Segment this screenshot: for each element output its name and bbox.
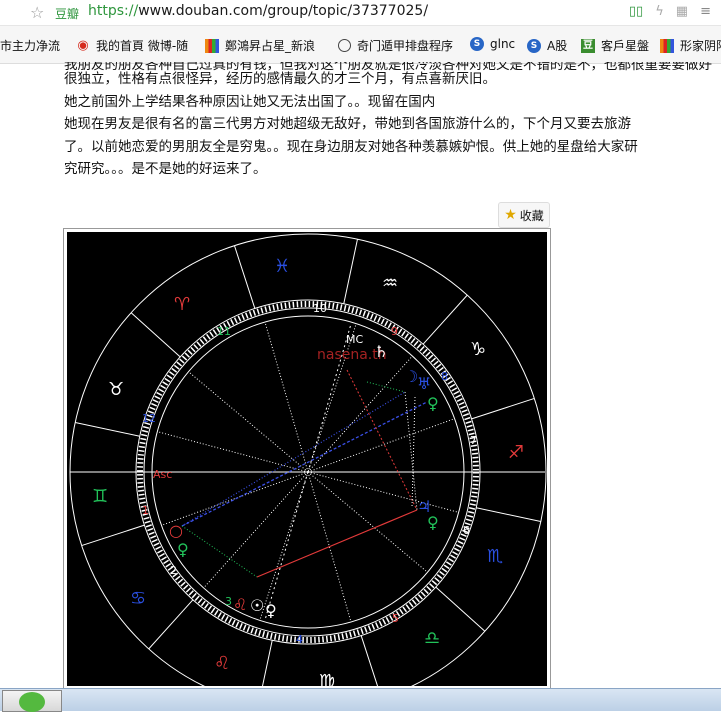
house-cusp-line [307,471,459,513]
libra-icon: ♎ [424,628,440,649]
post-line: 她现在男友是很有名的富三代男方对她超级无敌好，带她到各国旅游什么的，下个月又要去… [64,116,631,132]
house-cusp-line [307,418,455,473]
house-number: 5 [392,612,399,625]
house-number: 6 [463,524,470,537]
zodiac-divider [435,586,486,632]
zodiac-divider [75,422,140,437]
house-number: 9 [391,325,398,338]
house-cusp-line [307,471,428,573]
capricorn-icon: ♑ [470,339,486,360]
menu-icon[interactable]: ≡ [700,4,711,19]
colorful-icon [205,38,219,53]
weibo-icon: ◉ [77,37,89,53]
leo-planet-icon: ♌ [233,595,247,614]
zodiac-divider [262,640,273,686]
address-bar: ☆ 豆瓣 https://www.douban.com/group/topic/… [0,0,721,26]
zodiac-divider [148,599,194,650]
house-number: 3 [225,595,232,608]
cancer-icon: ♋ [130,588,146,609]
house-number: 12 [142,412,156,425]
house-number: 8 [441,370,448,383]
bookmark-1[interactable]: ◉ 我的首頁 微博-随 [76,37,188,54]
house-number: 1 [142,504,149,517]
green-square-icon: 豆 [581,38,595,53]
post-line: 究研究。。。是不是她的好运来了。 [64,161,267,177]
taskbar [0,688,721,712]
post-line: 她之前国外上学结果各种原因让她又无法出国了。。现留在国内 [64,93,436,110]
natal-chart-svg: nasena.th ♓ ♒ ♑ ♐ ♏ ♎ ♍ ♌ ♋ ♊ ♉ ♈ 1 2 3 … [69,233,547,686]
natal-chart-image: nasena.th ♓ ♒ ♑ ♐ ♏ ♎ ♍ ♌ ♋ ♊ ♉ ♈ 1 2 3 … [63,228,551,690]
taurus-icon: ♉ [108,379,124,400]
house-cusp-line [161,471,309,526]
site-label: 豆瓣 [55,7,80,21]
blue-circle-icon: S [527,38,541,53]
address-bar-icons: ▯▯ ϟ ▦ ≡ [629,4,711,19]
flash-icon[interactable]: ϟ [655,4,664,19]
asc-label: Asc [153,468,172,481]
scorpio-icon: ♏ [487,546,503,567]
post-line: 了。以前她恋爱的男朋友全是穷鬼。。现在身边朋友对她各种羡慕嫉妒恨。供上她的星盘给… [64,138,638,155]
virgo-icon: ♍ [319,671,335,686]
url-field[interactable]: https://www.douban.com/group/topic/37377… [88,3,428,19]
zodiac-divider [360,635,379,686]
house-number: 10 [313,302,327,315]
bookmark-7[interactable]: 形家阴阳 [660,37,721,54]
aquarius-icon: ♒ [382,273,398,294]
leo-icon: ♌ [214,653,230,674]
wechat-icon [19,692,45,712]
venus-green-icon: ♀ [427,513,439,532]
house-cusp-line [203,471,309,589]
aries-icon: ♈ [174,294,190,315]
bookmark-5[interactable]: S A股 [527,37,567,54]
mars-icon: ○ [169,521,183,540]
house-number: 2 [170,564,177,577]
sun-icon: ☉ [250,596,264,615]
zodiac-divider [343,239,358,304]
house-number: 7 [470,434,477,447]
zodiac-divider [81,524,145,547]
zodiac-divider [233,245,256,309]
house-cusp-line [188,371,309,473]
bookmark-0[interactable]: 市主力净流 [0,37,60,54]
house-cusp-line [264,321,309,473]
pisces-icon: ♓ [274,256,290,277]
mc-label: MC [346,333,363,346]
house-number: 11 [217,325,231,338]
qr-code-icon[interactable]: ▦ [676,4,688,19]
uranus-icon: ♅ [417,374,431,393]
bookmark-6[interactable]: 豆客戶星盤 [581,37,649,54]
gemini-icon: ♊ [92,486,108,507]
venus-icon: ♀ [177,540,189,559]
post-body: 很独立，性格有点很怪异，经历的感情最久的才三个月，有点喜新厌旧。 她之前国外上学… [64,68,684,181]
zodiac-divider [476,507,541,522]
post-line: 很独立，性格有点很怪异，经历的感情最久的才三个月，有点喜新厌旧。 [64,71,496,87]
house-cusp-line [259,471,309,621]
sagittarius-icon: ♐ [508,442,524,463]
blue-circle-icon: S [470,37,484,51]
saturn-icon: ♄ [374,342,388,361]
venus-white-icon: ♀ [265,601,277,620]
bookmark-3[interactable]: 奇门遁甲排盘程序 [338,37,453,54]
collect-button[interactable]: ★ 收藏 [498,202,550,228]
reader-icon[interactable]: ▯▯ [629,4,643,19]
house-cusp-line [307,355,413,473]
star-icon: ★ [504,207,517,223]
bookmark-4[interactable]: Sglnc [470,37,515,51]
house-cusp-line [157,431,309,473]
bookmark-star-icon[interactable]: ☆ [30,3,44,22]
globe-icon [338,39,351,52]
zodiac-divider [471,397,535,420]
wechat-taskbar-button[interactable] [2,690,62,712]
bookmark-2[interactable]: 鄭鴻昇占星_新浪 [205,37,315,54]
colorful-icon [660,38,674,53]
zodiac-divider [422,294,468,345]
mercury-icon: ♀ [427,394,439,413]
zodiac-divider [130,312,181,358]
bookmarks-bar: 市主力净流 ◉ 我的首頁 微博-随 鄭鴻昇占星_新浪 奇门遁甲排盘程序 Sglnc… [0,26,721,64]
house-number: 4 [296,633,303,646]
